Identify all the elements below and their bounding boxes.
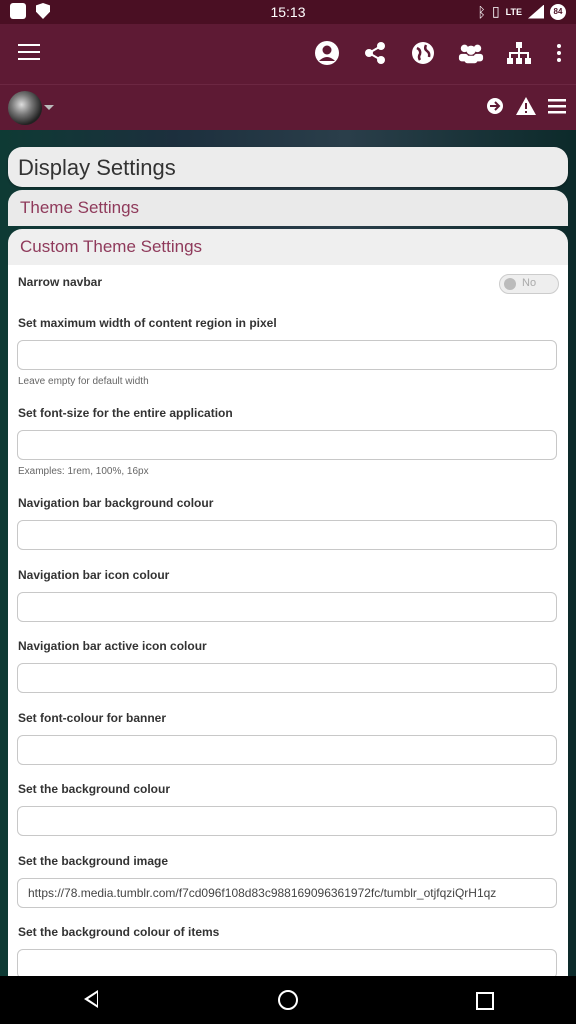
items-background-label: Set the background colour of items xyxy=(18,925,220,939)
user-icon[interactable] xyxy=(314,40,340,66)
back-icon-inner xyxy=(88,993,97,1005)
theme-settings-header[interactable]: Theme Settings xyxy=(8,190,568,226)
custom-theme-settings-header[interactable]: Custom Theme Settings xyxy=(8,229,568,265)
background-colour-label: Set the background colour xyxy=(18,782,171,796)
banner-font-label: Set font-colour for banner xyxy=(18,711,166,725)
font-size-label: Set font-size for the entire application xyxy=(18,406,233,420)
battery-icon: 84 xyxy=(550,3,566,20)
navbar-bg-input[interactable] xyxy=(17,520,557,550)
avatar[interactable] xyxy=(8,91,42,125)
max-width-hint: Leave empty for default width xyxy=(18,376,149,387)
max-width-input[interactable] xyxy=(17,340,557,370)
globe-icon[interactable] xyxy=(410,40,436,66)
items-background-input[interactable] xyxy=(17,949,557,976)
font-size-input[interactable] xyxy=(17,430,557,460)
vibrate-icon: ▯ xyxy=(491,3,500,19)
list-menu-icon[interactable] xyxy=(548,98,566,119)
font-size-hint: Examples: 1rem, 100%, 16px xyxy=(18,466,149,477)
navbar-active-icon-label: Navigation bar active icon colour xyxy=(18,639,207,653)
home-icon[interactable] xyxy=(278,990,298,1010)
menu-icon[interactable] xyxy=(18,44,40,62)
navbar-active-icon-input[interactable] xyxy=(17,663,557,693)
custom-theme-settings-title: Custom Theme Settings xyxy=(20,237,203,256)
display-settings-title: Display Settings xyxy=(18,155,176,180)
navbar-icon-label: Navigation bar icon colour xyxy=(18,568,170,582)
background-image-input[interactable]: https://78.media.tumblr.com/f7cd096f108d… xyxy=(17,878,557,908)
sign-in-icon[interactable] xyxy=(486,97,504,120)
toggle-label: No xyxy=(522,277,537,289)
sitemap-icon[interactable] xyxy=(506,40,532,66)
navbar-icon-input[interactable] xyxy=(17,592,557,622)
warning-icon[interactable] xyxy=(516,97,536,120)
share-icon[interactable] xyxy=(362,40,388,66)
group-icon[interactable] xyxy=(458,40,484,66)
network-type: LTE xyxy=(505,6,522,17)
recent-apps-icon[interactable] xyxy=(476,992,494,1010)
custom-theme-form: Narrow navbar No Set maximum width of co… xyxy=(8,265,568,976)
theme-settings-title: Theme Settings xyxy=(20,198,140,217)
sub-bar xyxy=(0,84,576,131)
chevron-down-icon[interactable] xyxy=(44,105,54,110)
narrow-navbar-toggle[interactable]: No xyxy=(499,274,559,294)
banner-font-input[interactable] xyxy=(17,735,557,765)
signal-icon xyxy=(528,4,544,19)
status-bar: 15:13 ᛒ ▯ LTE 84 xyxy=(0,0,576,24)
background-image-label: Set the background image xyxy=(18,854,169,868)
toggle-knob xyxy=(504,278,516,290)
system-nav-bar xyxy=(0,976,576,1024)
navbar-bg-label: Navigation bar background colour xyxy=(18,496,214,510)
narrow-navbar-label: Narrow navbar xyxy=(18,275,103,289)
max-width-label: Set maximum width of content region in p… xyxy=(18,316,277,330)
display-settings-header[interactable]: Display Settings xyxy=(8,147,568,187)
background-colour-input[interactable] xyxy=(17,806,557,836)
bluetooth-icon: ᛒ xyxy=(477,3,486,20)
more-vertical-icon[interactable] xyxy=(554,40,564,66)
app-bar xyxy=(0,24,576,84)
